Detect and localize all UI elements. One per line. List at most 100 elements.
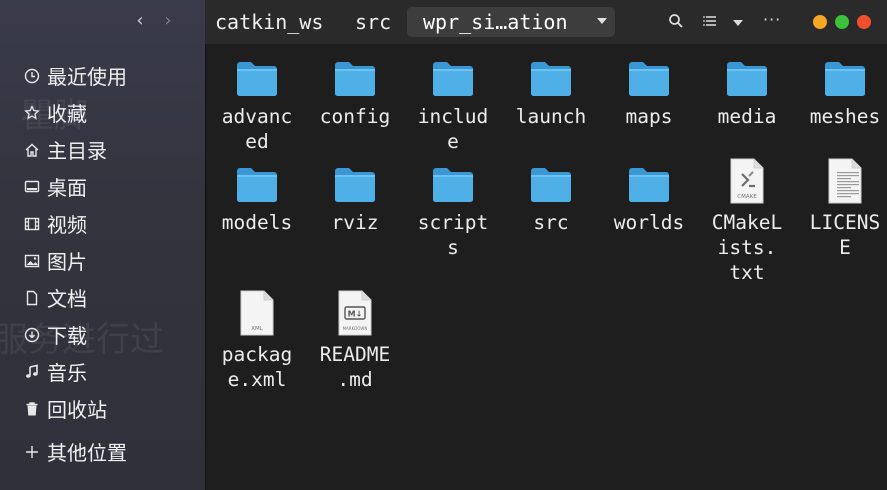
sidebar-item-downloads[interactable]: 下载: [0, 316, 205, 353]
file-name: maps: [625, 105, 673, 128]
breadcrumb-src[interactable]: src: [355, 10, 391, 34]
plus-icon: [22, 442, 42, 462]
sidebar-item-label: 回收站: [47, 398, 107, 422]
breadcrumb-catkin-ws[interactable]: catkin_ws: [215, 10, 323, 34]
file-item[interactable]: config: [306, 54, 404, 129]
download-icon: [22, 325, 42, 345]
file-name: worlds: [613, 211, 685, 234]
sidebar-item-videos[interactable]: 视频: [0, 205, 205, 242]
folder-icon: [698, 54, 796, 98]
nav-arrows: ‹ ›: [132, 10, 176, 31]
svg-text:M↓: M↓: [348, 310, 363, 319]
chevron-down-icon: [597, 18, 607, 24]
desktop-icon: [22, 177, 42, 197]
file-name: packag e.xml: [221, 343, 293, 391]
chevron-right-icon[interactable]: ›: [160, 10, 176, 31]
file-item[interactable]: XML packag e.xml: [208, 290, 306, 392]
file-item[interactable]: media: [698, 54, 796, 129]
file-name: models: [221, 211, 293, 234]
file-name: config: [319, 105, 391, 128]
file-item[interactable]: worlds: [600, 160, 698, 235]
more-icon[interactable]: ···: [763, 10, 781, 29]
sidebar-item-other-locations[interactable]: 其他位置: [0, 433, 205, 470]
sidebar-item-starred[interactable]: 收藏: [0, 94, 205, 131]
file-item[interactable]: includ e: [404, 54, 502, 154]
file-name: CMakeL ists. txt: [711, 211, 783, 284]
file-item[interactable]: maps: [600, 54, 698, 129]
window-minimize-button[interactable]: [813, 15, 827, 29]
sidebar-item-label: 主目录: [47, 139, 107, 163]
file-name: script s: [417, 211, 489, 259]
film-icon: [22, 214, 42, 234]
folder-icon: [404, 160, 502, 204]
document-icon: [22, 288, 42, 308]
file-name: advanc ed: [221, 105, 293, 153]
folder-icon: [306, 54, 404, 98]
xml-file-icon: XML: [208, 290, 306, 336]
file-item[interactable]: models: [208, 160, 306, 235]
sidebar-item-label: 音乐: [47, 361, 87, 385]
file-item[interactable]: M↓ MARKDOWN README .md: [306, 290, 404, 392]
file-name: includ e: [417, 105, 489, 153]
cmake-file-icon: CMAKE: [698, 158, 796, 204]
music-icon: [22, 362, 42, 382]
sidebar-item-label: 文档: [47, 287, 87, 311]
file-name: launch: [515, 105, 587, 128]
svg-text:CMAKE: CMAKE: [737, 194, 757, 200]
sidebar-item-pictures[interactable]: 图片: [0, 242, 205, 279]
header-bar: catkin_ws src wpr_si…ation ···: [205, 0, 887, 44]
folder-icon: [502, 54, 600, 98]
sidebar-list: 最近使用 收藏 主目录 桌面 视频 图片 文档 下载 音乐 回收站 其他位置: [0, 57, 205, 470]
folder-icon: [404, 54, 502, 98]
folder-icon: [306, 160, 404, 204]
sidebar-item-desktop[interactable]: 桌面: [0, 168, 205, 205]
file-item[interactable]: rviz: [306, 160, 404, 235]
file-item[interactable]: launch: [502, 54, 600, 129]
folder-icon: [600, 54, 698, 98]
file-item[interactable]: CMAKE CMakeL ists. txt: [698, 158, 796, 285]
file-item[interactable]: meshes: [796, 54, 887, 129]
file-item[interactable]: advanc ed: [208, 54, 306, 154]
file-name: src: [533, 211, 569, 234]
chevron-left-icon[interactable]: ‹: [132, 10, 148, 31]
breadcrumb-current[interactable]: wpr_si…ation: [407, 7, 615, 37]
sidebar: 瞿脚 服务进行过 ‹ › 最近使用 收藏 主目录 桌面 视频 图片 文档 下载 …: [0, 0, 206, 490]
file-name: README .md: [319, 343, 391, 391]
image-icon: [22, 251, 42, 271]
sidebar-item-label: 视频: [47, 213, 87, 237]
list-view-icon[interactable]: [703, 12, 719, 34]
svg-text:XML: XML: [251, 326, 264, 332]
sidebar-item-home[interactable]: 主目录: [0, 131, 205, 168]
folder-icon: [796, 54, 887, 98]
home-icon: [22, 140, 42, 160]
text-file-icon: [796, 158, 887, 204]
window-close-button[interactable]: [857, 15, 871, 29]
folder-icon: [208, 160, 306, 204]
file-name: LICENS E: [809, 211, 881, 259]
file-item[interactable]: src: [502, 160, 600, 235]
file-item[interactable]: LICENS E: [796, 158, 887, 260]
file-name: media: [717, 105, 777, 128]
sidebar-item-music[interactable]: 音乐: [0, 353, 205, 390]
sidebar-item-recent[interactable]: 最近使用: [0, 57, 205, 94]
window-maximize-button[interactable]: [835, 15, 849, 29]
search-icon[interactable]: [667, 12, 685, 34]
trash-icon: [22, 399, 42, 419]
folder-icon: [208, 54, 306, 98]
sidebar-item-documents[interactable]: 文档: [0, 279, 205, 316]
folder-icon: [600, 160, 698, 204]
file-name: meshes: [809, 105, 881, 128]
file-name: rviz: [331, 211, 379, 234]
view-options-chevron-icon[interactable]: [733, 20, 743, 26]
markdown-file-icon: M↓ MARKDOWN: [306, 290, 404, 336]
star-icon: [22, 103, 42, 123]
sidebar-item-label: 收藏: [47, 102, 87, 126]
file-item[interactable]: script s: [404, 160, 502, 260]
sidebar-item-trash[interactable]: 回收站: [0, 390, 205, 427]
breadcrumb-current-label: wpr_si…ation: [423, 10, 568, 34]
clock-icon: [22, 66, 42, 86]
svg-text:MARKDOWN: MARKDOWN: [343, 326, 368, 331]
sidebar-item-label: 桌面: [47, 176, 87, 200]
sidebar-item-label: 下载: [47, 324, 87, 348]
folder-icon: [502, 160, 600, 204]
